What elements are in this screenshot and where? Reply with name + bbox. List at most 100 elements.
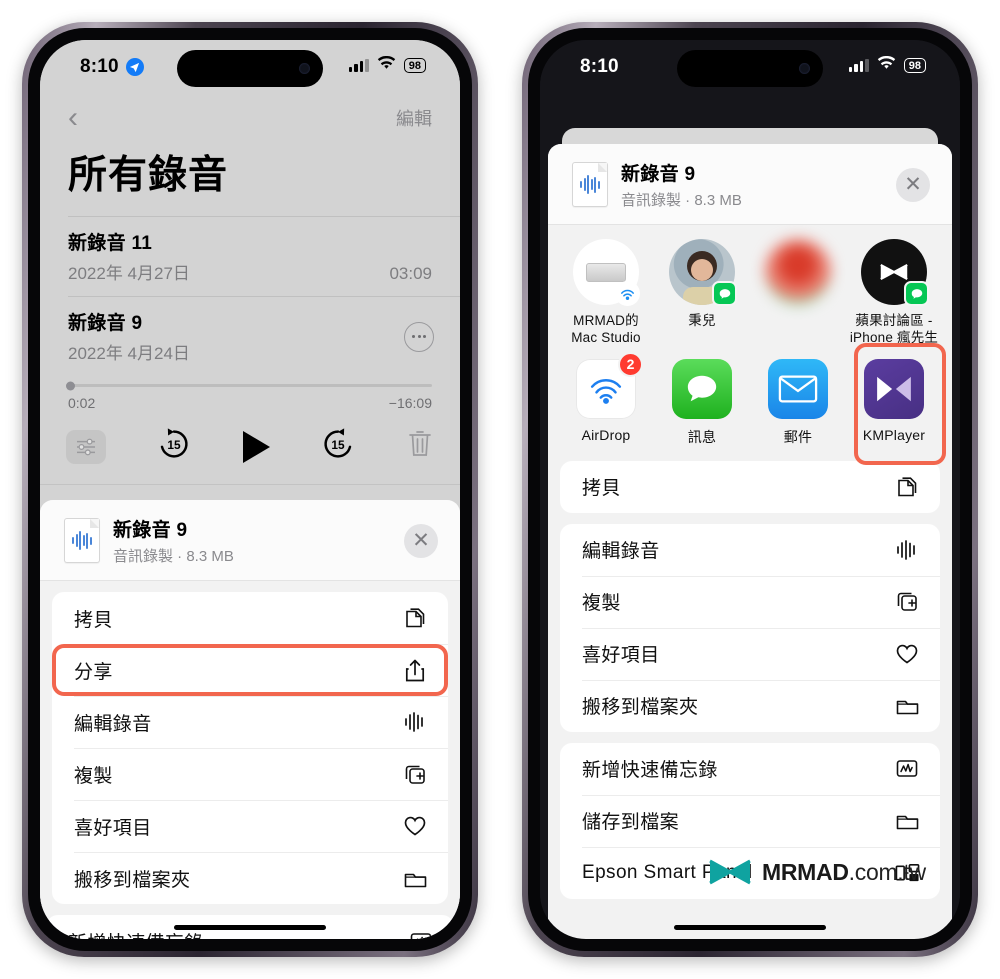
sheet-file-header: 新錄音 9 音訊錄製 · 8.3 MB ✕ xyxy=(548,144,952,224)
menu-item-copy[interactable]: 拷貝 xyxy=(560,461,940,513)
left-phone-bezel: 8:10 98 ‹ 編輯 所有錄音 新錄音 11 2022年 4月27日 03:… xyxy=(28,28,472,951)
kmplayer-icon xyxy=(864,358,924,419)
menu-item-label: 新增快速備忘錄 xyxy=(582,760,718,782)
recording-name: 新錄音 9 xyxy=(68,313,143,334)
right-menu-group-2: 編輯錄音 複製 喜好項目 搬移到檔案夾 xyxy=(560,523,940,732)
status-time-group: 8:10 xyxy=(80,56,144,78)
left-share-sheet: 新錄音 9 音訊錄製 · 8.3 MB ✕ 拷貝 分享 編輯錄音 複製 喜好項目… xyxy=(40,500,460,939)
menu-item-move-to-folder[interactable]: 搬移到檔案夾 xyxy=(560,679,940,732)
scrubber-times: 0:02 −16:09 xyxy=(68,395,432,411)
recording-row-0[interactable]: 新錄音 11 2022年 4月27日 03:09 xyxy=(40,217,460,296)
right-phone-frame: 8:10 98 新錄音 9 音訊錄製 · 8.3 MB ✕ MRMAD的 Mac… xyxy=(522,22,978,957)
recording-date: 2022年 4月24日 xyxy=(68,344,190,363)
menu-item-edit-recording[interactable]: 編輯錄音 xyxy=(52,696,448,748)
close-icon[interactable]: ✕ xyxy=(404,523,438,558)
svg-text:15: 15 xyxy=(168,438,182,452)
quick-note-icon xyxy=(894,756,920,782)
recording-row-1[interactable]: 新錄音 9 2022年 4月24日 xyxy=(40,297,460,376)
chevron-left-icon[interactable]: ‹ xyxy=(68,103,78,133)
close-icon[interactable]: ✕ xyxy=(896,167,930,202)
share-target-apple-forum[interactable]: 蘋果討論區 - iPhone 瘋先生 xyxy=(846,239,942,347)
share-app-kmplayer[interactable]: KMPlayer xyxy=(846,342,946,465)
share-target-partial[interactable] xyxy=(942,239,952,347)
recording-duration: 03:09 xyxy=(389,264,432,283)
duplicate-icon xyxy=(894,589,920,615)
airdrop-icon: 2 xyxy=(576,351,643,419)
avatar xyxy=(573,239,640,306)
menu-item-new-quick-note[interactable]: 新增快速備忘錄 xyxy=(560,743,940,795)
status-indicators: 98 xyxy=(348,55,426,75)
menu-item-label: 喜好項目 xyxy=(582,645,660,667)
divider xyxy=(40,484,460,485)
menu-item-favorite[interactable]: 喜好項目 xyxy=(560,627,940,680)
quick-note-icon xyxy=(408,928,434,939)
share-target-contact-1[interactable]: 秉兒 xyxy=(654,239,750,347)
recording-name: 新錄音 11 xyxy=(68,233,153,254)
menu-item-duplicate[interactable]: 複製 xyxy=(560,575,940,628)
share-app-mail[interactable]: 郵件 xyxy=(750,358,846,447)
menu-item-label: 搬移到檔案夾 xyxy=(582,697,699,719)
audio-waveform-document-icon xyxy=(64,518,100,563)
share-app-messages[interactable]: 訊息 xyxy=(654,358,750,447)
share-app-airdrop[interactable]: 2 AirDrop xyxy=(558,351,654,447)
menu-item-label: 喜好項目 xyxy=(74,817,152,839)
line-badge-icon xyxy=(712,281,737,306)
share-target-label: 秉兒 xyxy=(688,313,716,328)
mrmad-watermark: MRMAD.com.tw xyxy=(707,857,926,887)
share-apps-row[interactable]: 2 AirDrop 訊息 郵件 KMPlayer xyxy=(548,342,952,465)
wifi-icon xyxy=(377,55,396,75)
share-targets-row[interactable]: MRMAD的 Mac Studio 秉兒 蘋果討論區 - iPhone 瘋先生 xyxy=(548,225,952,355)
edit-button[interactable]: 編輯 xyxy=(396,105,432,131)
waveform-icon xyxy=(894,537,920,563)
share-target-contact-2[interactable] xyxy=(750,239,846,347)
play-icon[interactable] xyxy=(242,430,270,463)
remaining-time: −16:09 xyxy=(388,395,432,411)
playback-scrubber[interactable]: 0:02 −16:09 xyxy=(40,376,460,411)
menu-item-copy[interactable]: 拷貝 xyxy=(52,592,448,644)
menu-item-label: 編輯錄音 xyxy=(74,713,152,735)
home-indicator[interactable] xyxy=(174,924,326,930)
right-status-bar: 8:10 98 xyxy=(540,40,960,94)
airdrop-badge-icon xyxy=(615,281,640,306)
battery-indicator: 98 xyxy=(403,58,426,73)
page-title: 所有錄音 xyxy=(68,154,229,197)
menu-item-edit-recording[interactable]: 編輯錄音 xyxy=(560,524,940,576)
divider xyxy=(40,580,460,581)
audio-waveform-document-icon xyxy=(572,162,608,207)
menu-item-favorite[interactable]: 喜好項目 xyxy=(52,800,448,852)
sheet-file-header: 新錄音 9 音訊錄製 · 8.3 MB ✕ xyxy=(40,500,460,580)
left-phone-frame: 8:10 98 ‹ 編輯 所有錄音 新錄音 11 2022年 4月27日 03:… xyxy=(22,22,478,957)
trash-icon[interactable] xyxy=(406,429,434,464)
rewind-15-icon[interactable]: 15 xyxy=(155,425,193,468)
forward-15-icon[interactable]: 15 xyxy=(319,425,357,468)
dynamic-island xyxy=(177,50,323,87)
status-indicators: 98 xyxy=(848,55,926,75)
scrubber-track[interactable] xyxy=(66,381,432,390)
share-app-partial[interactable] xyxy=(942,359,952,447)
wifi-icon xyxy=(877,55,896,75)
home-indicator[interactable] xyxy=(674,924,826,930)
sheet-file-subtitle: 音訊錄製 · 8.3 MB xyxy=(621,192,742,209)
menu-group: 拷貝 分享 編輯錄音 複製 喜好項目 搬移到檔案夾 xyxy=(52,592,448,904)
sheet-file-title: 新錄音 9 xyxy=(621,164,696,185)
menu-item-duplicate[interactable]: 複製 xyxy=(52,748,448,800)
menu-item-share[interactable]: 分享 xyxy=(52,644,448,696)
playback-controls: 15 15 xyxy=(40,411,460,484)
duplicate-icon xyxy=(402,761,428,787)
voice-memos-nav: ‹ 編輯 xyxy=(40,94,460,138)
location-arrow-icon xyxy=(125,58,144,76)
equalizer-icon[interactable] xyxy=(66,429,106,464)
sheet-file-meta: 新錄音 9 音訊錄製 · 8.3 MB xyxy=(113,515,234,566)
menu-item-move-to-folder[interactable]: 搬移到檔案夾 xyxy=(52,852,448,904)
copy-icon xyxy=(402,605,428,631)
copy-icon xyxy=(894,474,920,500)
menu-item-save-to-files[interactable]: 儲存到檔案 xyxy=(560,794,940,847)
messages-icon xyxy=(672,358,732,419)
dynamic-island xyxy=(677,50,823,87)
status-time: 8:10 xyxy=(580,56,619,77)
more-options-button[interactable] xyxy=(404,321,434,352)
status-time: 8:10 xyxy=(80,56,119,77)
share-target-mac-studio[interactable]: MRMAD的 Mac Studio xyxy=(558,239,654,347)
scrubber-handle[interactable] xyxy=(66,381,75,390)
sheet-file-title: 新錄音 9 xyxy=(113,520,188,541)
